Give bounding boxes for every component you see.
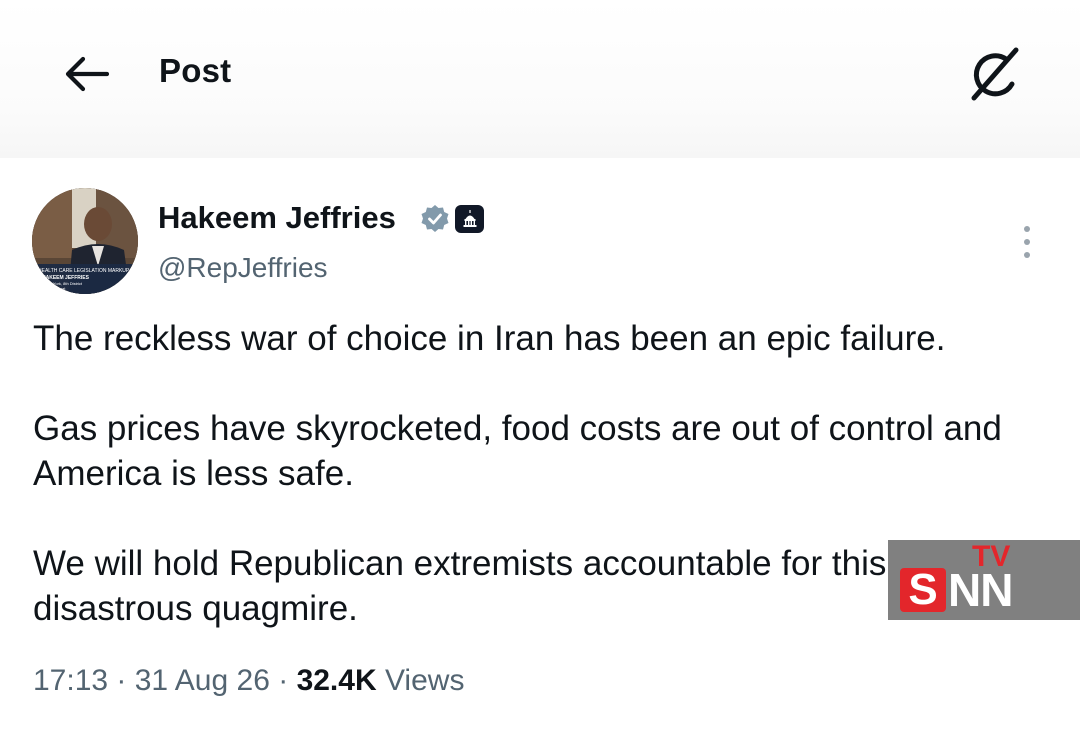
government-affiliation-badge[interactable] [455,205,484,233]
views-count[interactable]: 32.4K [297,664,377,697]
top-bar: Post [0,0,1080,158]
verified-badge-icon [421,205,449,232]
avatar-caption-1: HEALTH CARE LEGISLATION MARKUP [38,268,130,274]
grok-slash-circle-icon [971,47,1019,101]
meta-separator: · [108,664,135,697]
tweet-paragraph-2: Gas prices have skyrocketed, food costs … [33,409,1002,493]
more-dot-icon [1024,252,1030,258]
avatar-photo: HEALTH CARE LEGISLATION MARKUP HAKEEM JE… [32,188,138,294]
post-date[interactable]: 31 Aug 26 [135,664,270,697]
more-options-button[interactable] [1010,222,1044,262]
more-dot-icon [1024,239,1030,245]
meta-separator: · [269,664,297,697]
arrow-left-icon [65,56,109,92]
post-meta: 17:13 · 31 Aug 26 · 32.4K Views [33,664,464,698]
author-handle[interactable]: @RepJeffries [158,252,328,284]
tweet-paragraph-1: The reckless war of choice in Iran has b… [33,319,946,358]
avatar[interactable]: HEALTH CARE LEGISLATION MARKUP HAKEEM JE… [32,188,138,294]
watermark-s-letter: S [900,568,946,612]
more-dot-icon [1024,226,1030,232]
back-button[interactable] [58,50,114,98]
author-name[interactable]: Hakeem Jeffries [158,200,396,236]
watermark-nn-letters: NN [948,564,1013,616]
capitol-building-icon [463,210,476,227]
post-screen: Post HEALTH CARE LEGISLATION MARKUP HAKE… [0,0,1080,734]
grok-button[interactable] [960,40,1032,108]
views-label: Views [376,664,465,697]
post-time[interactable]: 17:13 [33,664,108,697]
page-title: Post [159,52,232,89]
snn-tv-watermark: TV S NN [888,540,1080,620]
avatar-caption-4: Democrat [48,286,66,291]
